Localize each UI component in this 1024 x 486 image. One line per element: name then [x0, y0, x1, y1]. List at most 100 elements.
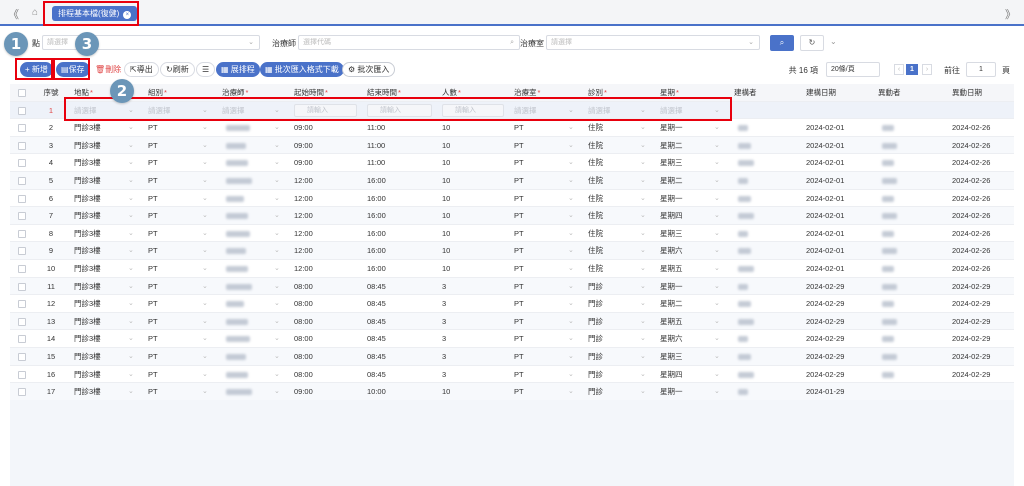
chevron-down-icon[interactable]: ⌄ — [274, 119, 280, 136]
row-checkbox[interactable] — [18, 124, 26, 133]
chevron-down-icon[interactable]: ⌄ — [202, 330, 208, 347]
chevron-down-icon[interactable]: ⌄ — [128, 313, 134, 330]
chevron-down-icon[interactable]: ⌄ — [568, 260, 574, 277]
chevron-down-icon[interactable]: ⌄ — [640, 119, 646, 136]
chevron-down-icon[interactable]: ⌄ — [128, 172, 134, 189]
chevron-down-icon[interactable]: ⌄ — [568, 348, 574, 365]
select-all-checkbox[interactable] — [18, 89, 26, 97]
chevron-down-icon[interactable]: ⌄ — [128, 190, 134, 207]
refresh-button[interactable]: ↻刷新 — [160, 62, 195, 77]
chevron-down-icon[interactable]: ⌄ — [202, 295, 208, 312]
chevron-down-icon[interactable]: ⌄ — [714, 278, 720, 295]
chevron-down-icon[interactable]: ⌄ — [714, 119, 720, 136]
chevron-down-icon[interactable]: ⌄ — [640, 242, 646, 259]
chevron-down-icon[interactable]: ⌄ — [128, 366, 134, 383]
chevron-down-icon[interactable]: ⌄ — [202, 154, 208, 171]
chevron-down-icon[interactable]: ⌄ — [202, 119, 208, 136]
chevron-down-icon[interactable]: ⌄ — [274, 313, 280, 330]
chevron-down-icon[interactable]: ⌄ — [714, 154, 720, 171]
chevron-down-icon[interactable]: ⌄ — [714, 190, 720, 207]
chevron-down-icon[interactable]: ⌄ — [568, 137, 574, 154]
chevron-down-icon[interactable]: ⌄ — [714, 348, 720, 365]
chevron-down-icon[interactable]: ⌄ — [640, 260, 646, 277]
row-checkbox[interactable] — [18, 106, 26, 115]
delete-button[interactable]: 🗑刪除 — [90, 62, 127, 77]
chevron-down-icon[interactable]: ⌄ — [274, 102, 280, 119]
chevron-down-icon[interactable]: ⌄ — [640, 383, 646, 400]
home-icon[interactable]: ⌂ — [32, 7, 38, 18]
chevron-down-icon[interactable]: ⌄ — [714, 225, 720, 242]
row-checkbox[interactable] — [18, 300, 26, 309]
chevron-down-icon[interactable]: ⌄ — [128, 348, 134, 365]
chevron-down-icon[interactable]: ⌄ — [128, 260, 134, 277]
row-checkbox[interactable] — [18, 194, 26, 203]
chevron-down-icon[interactable]: ⌄ — [568, 242, 574, 259]
save-button[interactable]: ▤保存 — [56, 62, 90, 77]
chevron-down-icon[interactable]: ⌄ — [640, 366, 646, 383]
chevron-down-icon[interactable]: ⌄ — [202, 278, 208, 295]
row-checkbox[interactable] — [18, 229, 26, 238]
row-checkbox[interactable] — [18, 141, 26, 150]
chevron-down-icon[interactable]: ⌄ — [274, 260, 280, 277]
chevron-down-icon[interactable]: ⌄ — [202, 225, 208, 242]
search-button[interactable]: ⌕ — [770, 35, 794, 51]
chevron-down-icon[interactable]: ⌄ — [640, 313, 646, 330]
chevron-down-icon[interactable]: ⌄ — [274, 190, 280, 207]
chevron-down-icon[interactable]: ⌄ — [640, 190, 646, 207]
chevron-down-icon[interactable]: ⌄ — [274, 154, 280, 171]
chevron-down-icon[interactable]: ⌄ — [202, 348, 208, 365]
chevron-down-icon[interactable]: ⌄ — [714, 295, 720, 312]
chevron-down-icon[interactable]: ⌄ — [568, 295, 574, 312]
row-checkbox[interactable] — [18, 176, 26, 185]
chevron-down-icon[interactable]: ⌄ — [274, 295, 280, 312]
chevron-down-icon[interactable]: ⌄ — [274, 225, 280, 242]
chevron-down-icon[interactable]: ⌄ — [202, 172, 208, 189]
chevron-down-icon[interactable]: ⌄ — [640, 207, 646, 224]
export-button[interactable]: ⇱導出 — [124, 62, 159, 77]
scroll-left-icon[interactable]: 《 — [8, 6, 19, 22]
chevron-down-icon[interactable]: ⌄ — [128, 278, 134, 295]
chevron-down-icon[interactable]: ⌄ — [714, 172, 720, 189]
chevron-down-icon[interactable]: ⌄ — [568, 313, 574, 330]
page-size-select[interactable]: 20條/頁 — [826, 62, 880, 77]
chevron-down-icon[interactable]: ⌄ — [714, 207, 720, 224]
chevron-down-icon[interactable]: ⌄ — [128, 295, 134, 312]
chevron-down-icon[interactable]: ⌄ — [274, 383, 280, 400]
chevron-down-icon[interactable]: ⌄ — [128, 154, 134, 171]
chevron-down-icon[interactable]: ⌄ — [202, 366, 208, 383]
chevron-down-icon[interactable]: ⌄ — [568, 119, 574, 136]
chevron-down-icon[interactable]: ⌄ — [202, 383, 208, 400]
chevron-down-icon[interactable]: ⌄ — [568, 278, 574, 295]
row-checkbox[interactable] — [18, 264, 26, 273]
new-row-input[interactable]: 請輸入 — [367, 103, 432, 117]
row-checkbox[interactable] — [18, 370, 26, 379]
chevron-down-icon[interactable]: ⌄ — [202, 207, 208, 224]
row-checkbox[interactable] — [18, 352, 26, 361]
chevron-down-icon[interactable]: ⌄ — [568, 154, 574, 171]
batch-import-button[interactable]: ⚙ 批次匯入 — [342, 62, 396, 77]
chevron-down-icon[interactable]: ⌄ — [128, 137, 134, 154]
chevron-down-icon[interactable]: ⌄ — [128, 330, 134, 347]
chevron-down-icon[interactable]: ⌄ — [274, 278, 280, 295]
chevron-down-icon[interactable]: ⌄ — [640, 295, 646, 312]
chevron-down-icon[interactable]: ⌄ — [274, 348, 280, 365]
row-checkbox[interactable] — [18, 335, 26, 344]
search-icon[interactable]: ⌕ — [510, 36, 514, 49]
chevron-down-icon[interactable]: ⌄ — [128, 242, 134, 259]
add-button[interactable]: + 新增 — [20, 62, 53, 77]
chevron-down-icon[interactable]: ⌄ — [202, 242, 208, 259]
chevron-down-icon[interactable]: ⌄ — [274, 242, 280, 259]
column-settings-button[interactable]: ☰ — [196, 62, 216, 77]
chevron-down-icon[interactable]: ⌄ — [640, 348, 646, 365]
chevron-down-icon[interactable]: ⌄ — [714, 242, 720, 259]
reset-button[interactable]: ↻ — [800, 35, 824, 51]
chevron-down-icon[interactable]: ⌄ — [568, 383, 574, 400]
chevron-down-icon[interactable]: ⌄ — [714, 102, 720, 119]
chevron-down-icon[interactable]: ⌄ — [640, 154, 646, 171]
expand-filter-icon[interactable]: ⌄ — [830, 37, 837, 46]
chevron-down-icon[interactable]: ⌄ — [128, 119, 134, 136]
chevron-down-icon[interactable]: ⌄ — [640, 172, 646, 189]
row-checkbox[interactable] — [18, 212, 26, 221]
row-checkbox[interactable] — [18, 317, 26, 326]
chevron-down-icon[interactable]: ⌄ — [274, 207, 280, 224]
